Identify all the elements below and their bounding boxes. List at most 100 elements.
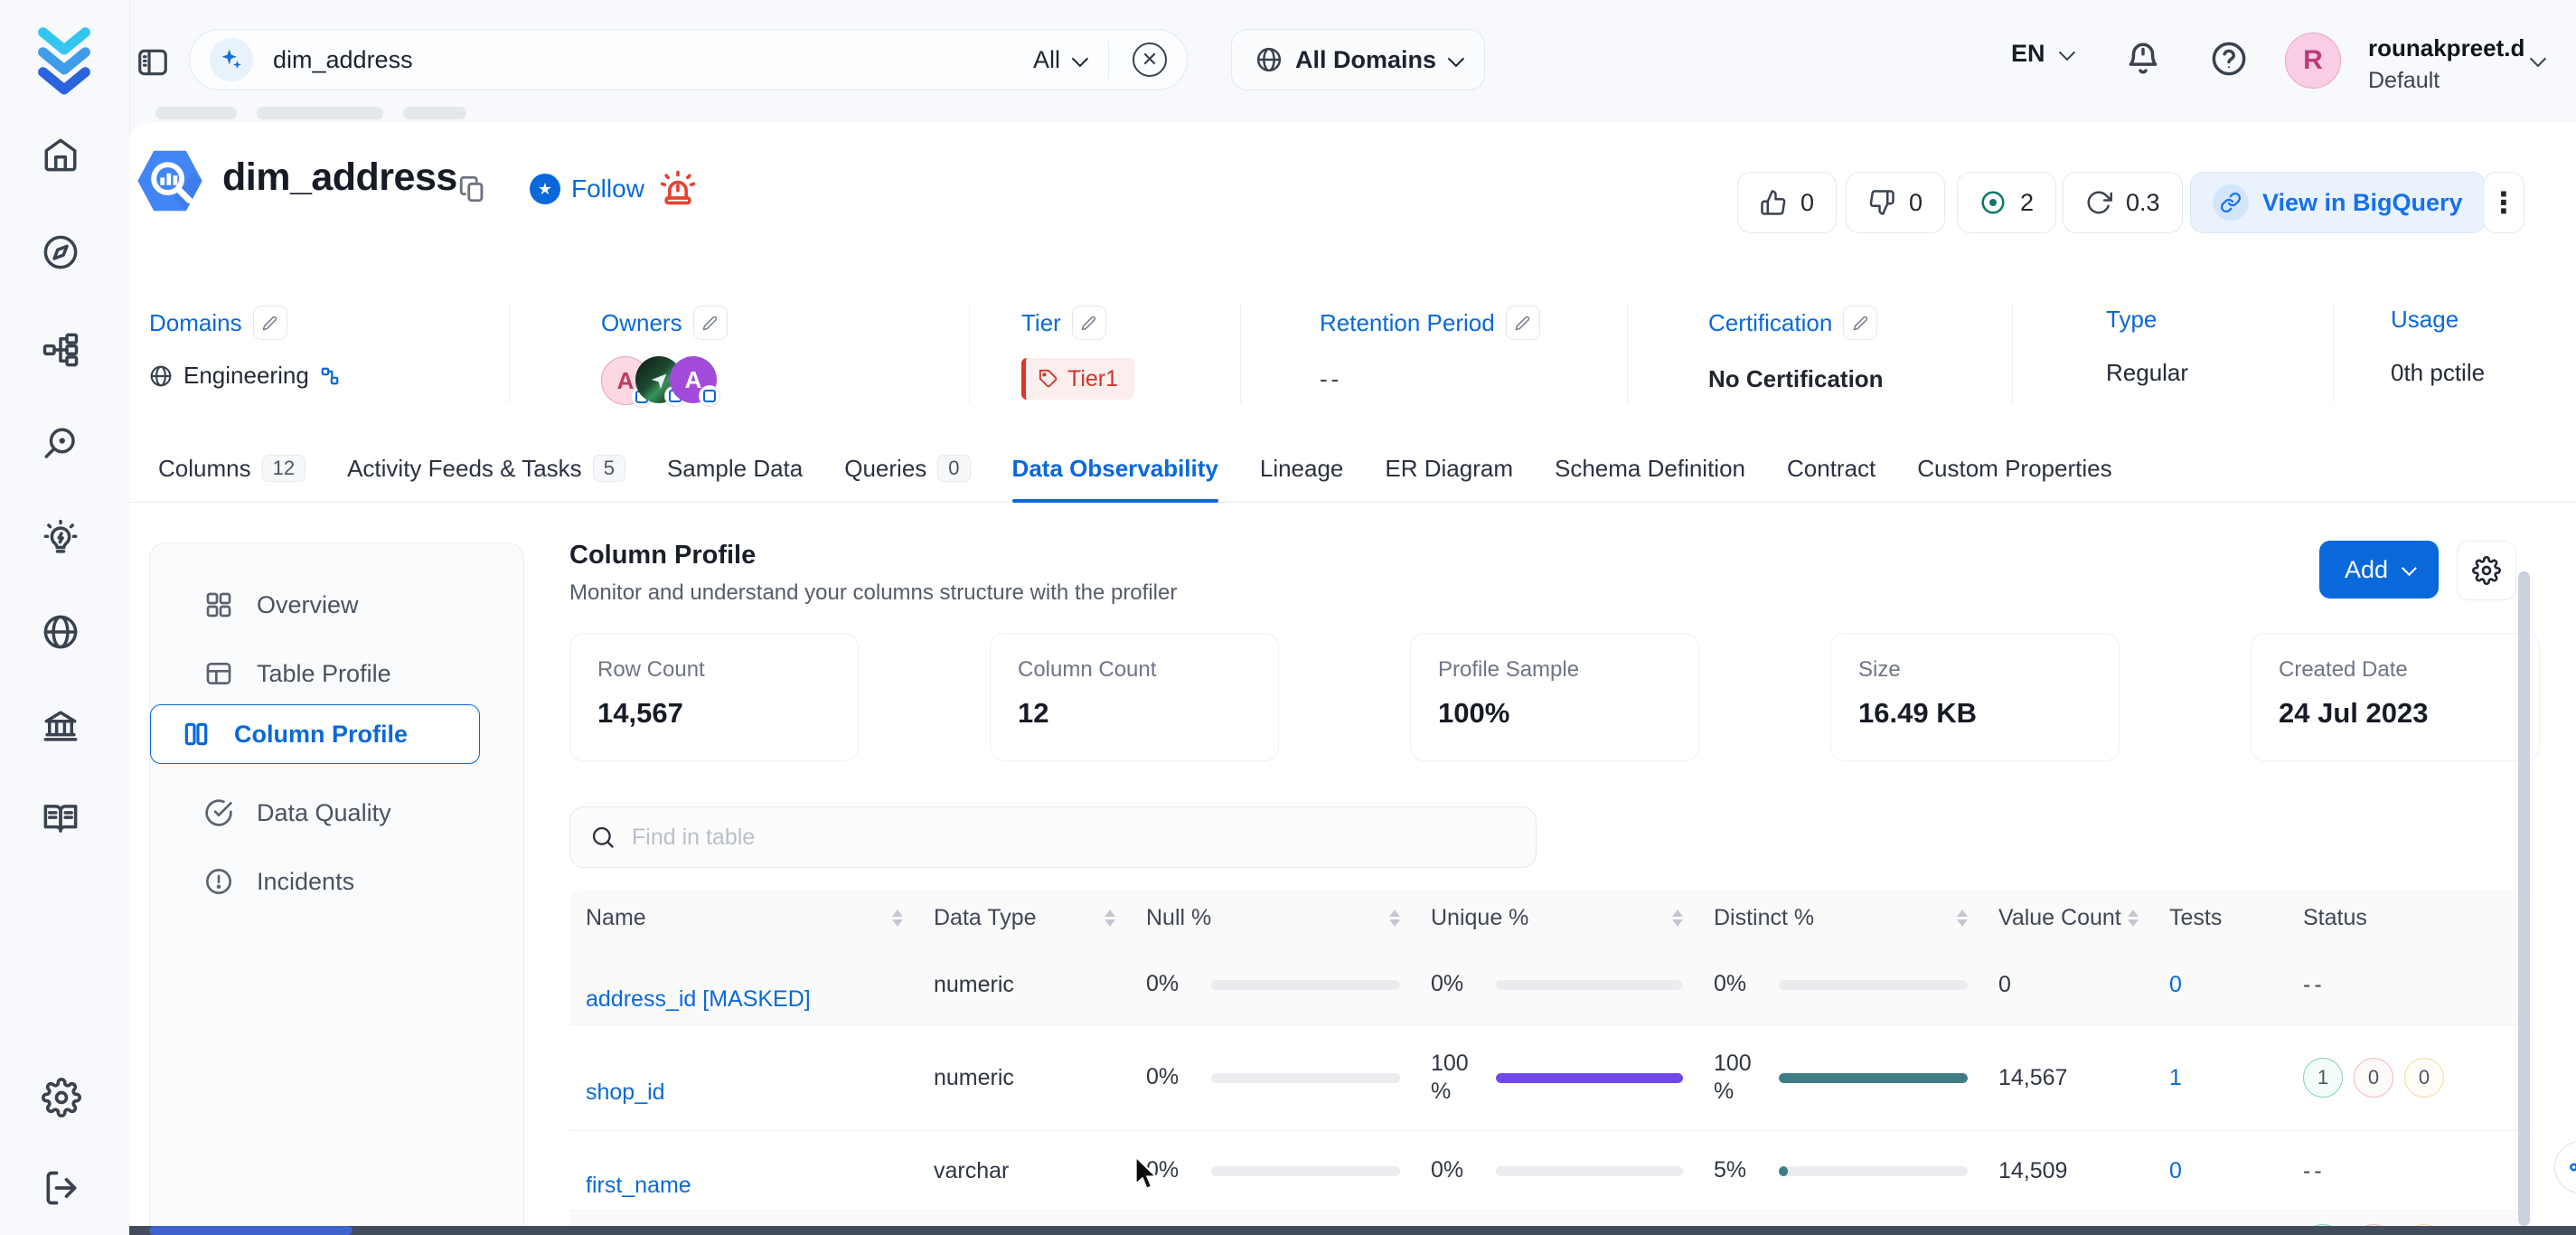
- clear-search-icon[interactable]: ✕: [1133, 42, 1167, 77]
- sort-icon[interactable]: [1957, 910, 1968, 927]
- table-row[interactable]: first_name varchar 0% 0% 5% 14,509 0 --: [569, 1130, 2531, 1211]
- column-header-null[interactable]: Null %: [1130, 905, 1415, 931]
- lineage-flow-icon[interactable]: [42, 331, 80, 373]
- alert-siren-icon[interactable]: [658, 168, 698, 212]
- help-icon[interactable]: [2210, 40, 2248, 82]
- stat-card-created-date: Created Date24 Jul 2023: [2251, 633, 2540, 761]
- app-logo[interactable]: [34, 24, 94, 100]
- domain-value-link[interactable]: Engineering: [183, 362, 309, 390]
- user-menu[interactable]: rounakpreet.d Default: [2368, 34, 2524, 94]
- sort-icon[interactable]: [892, 910, 903, 927]
- subnav-table-profile[interactable]: Table Profile: [204, 659, 391, 688]
- column-profile-icon: [182, 720, 211, 749]
- downvote-button[interactable]: 0: [1846, 172, 1945, 233]
- search-scope-dropdown[interactable]: All: [1033, 46, 1085, 74]
- view-in-bigquery-button[interactable]: View in BigQuery: [2190, 172, 2486, 233]
- edit-retention-button[interactable]: [1506, 306, 1540, 340]
- tab-data-observability[interactable]: Data Observability: [1012, 434, 1218, 503]
- all-domains-label: All Domains: [1295, 46, 1436, 74]
- tab-activity-feeds[interactable]: Activity Feeds & Tasks5: [347, 434, 625, 503]
- add-button[interactable]: Add: [2319, 541, 2439, 599]
- column-header-status: Status: [2287, 905, 2531, 931]
- profiler-settings-button[interactable]: [2457, 541, 2516, 600]
- subnav-incidents[interactable]: Incidents: [204, 867, 354, 896]
- govern-bank-icon[interactable]: [42, 707, 80, 749]
- tab-queries[interactable]: Queries0: [844, 434, 970, 503]
- horizontal-scrollbar-thumb[interactable]: [149, 1226, 353, 1235]
- user-menu-chevron-icon[interactable]: [2530, 51, 2546, 67]
- target-icon: [1979, 189, 2007, 216]
- divider: [1240, 304, 1241, 403]
- find-in-table-input[interactable]: [630, 824, 1516, 852]
- insights-bulb-icon[interactable]: [42, 519, 80, 561]
- tests-link[interactable]: 1: [2169, 1065, 2182, 1090]
- subnav-data-quality[interactable]: Data Quality: [204, 798, 391, 827]
- unique-pct-cell: 0%: [1415, 1156, 1697, 1184]
- page-title: dim_address: [222, 156, 457, 200]
- column-header-data-type[interactable]: Data Type: [917, 905, 1130, 931]
- table-row[interactable]: address_id [MASKED] numeric 0% 0% 0% 0 0…: [569, 945, 2531, 1024]
- edit-certification-button[interactable]: [1843, 306, 1877, 340]
- edit-tier-button[interactable]: [1072, 306, 1106, 340]
- global-search-bar[interactable]: dim_address All ✕: [189, 29, 1188, 90]
- sort-icon[interactable]: [2128, 910, 2139, 927]
- tab-schema-definition[interactable]: Schema Definition: [1555, 434, 1745, 503]
- stat-card-size: Size16.49 KB: [1830, 633, 2120, 761]
- copy-name-icon[interactable]: [457, 174, 488, 209]
- settings-gear-icon[interactable]: [42, 1078, 81, 1122]
- vertical-scrollbar[interactable]: [2518, 571, 2530, 1226]
- sidebar-toggle-icon[interactable]: [136, 45, 170, 84]
- version-history-icon: [2085, 189, 2112, 216]
- home-icon[interactable]: [42, 136, 80, 178]
- thumbs-down-icon: [1868, 189, 1895, 216]
- upvote-button[interactable]: 0: [1737, 172, 1837, 233]
- column-name-link[interactable]: address_id [MASKED]: [586, 986, 811, 1012]
- column-header-unique[interactable]: Unique %: [1415, 905, 1697, 931]
- tests-link[interactable]: 0: [2169, 1158, 2182, 1183]
- sort-icon[interactable]: [1105, 910, 1115, 927]
- subnav-column-profile[interactable]: Column Profile: [150, 704, 480, 764]
- column-name-link[interactable]: shop_id: [586, 1079, 665, 1105]
- glossary-book-icon[interactable]: [42, 799, 80, 842]
- follow-button[interactable]: ★ Follow: [530, 174, 644, 204]
- distinct-pct-cell: 0%: [1697, 970, 1982, 998]
- edit-owners-button[interactable]: [693, 306, 728, 340]
- notifications-bell-icon[interactable]: [2124, 40, 2162, 82]
- table-row[interactable]: shop_id numeric 0% 100 % 100 % 14,567 1 …: [569, 1024, 2531, 1130]
- edit-domains-button[interactable]: [253, 306, 287, 340]
- tier-label: Tier: [1021, 309, 1061, 337]
- chevron-down-icon: [1448, 50, 1464, 66]
- sort-icon[interactable]: [1672, 910, 1683, 927]
- status-aborted-badge: 0: [2354, 1058, 2393, 1098]
- incidents-button[interactable]: 2: [1957, 172, 2056, 233]
- user-avatar[interactable]: R: [2285, 33, 2341, 89]
- more-actions-button[interactable]: ⋮: [2483, 172, 2524, 233]
- all-domains-button[interactable]: All Domains: [1231, 29, 1485, 90]
- logout-icon[interactable]: [42, 1168, 81, 1212]
- explore-compass-icon[interactable]: [42, 233, 80, 276]
- column-header-name[interactable]: Name: [569, 905, 917, 931]
- column-name-link[interactable]: first_name: [586, 1173, 691, 1198]
- observability-icon[interactable]: [42, 425, 80, 467]
- search-input[interactable]: dim_address: [273, 46, 1033, 74]
- tab-columns[interactable]: Columns12: [158, 434, 306, 503]
- domains-globe-icon[interactable]: [42, 613, 80, 655]
- tier-tag[interactable]: Tier1: [1021, 358, 1134, 400]
- unique-pct-cell: 100 %: [1415, 1050, 1697, 1107]
- tab-sample-data[interactable]: Sample Data: [667, 434, 803, 503]
- owner-avatar-3[interactable]: A: [670, 356, 717, 403]
- tab-contract[interactable]: Contract: [1787, 434, 1876, 503]
- column-header-distinct[interactable]: Distinct %: [1697, 905, 1982, 931]
- language-selector[interactable]: EN: [2011, 40, 2072, 68]
- column-header-value-count[interactable]: Value Count: [1982, 905, 2153, 931]
- view-in-bigquery-label: View in BigQuery: [2262, 189, 2463, 217]
- horizontal-scrollbar-track[interactable]: [129, 1226, 2576, 1235]
- tests-link[interactable]: 0: [2169, 972, 2182, 997]
- subnav-overview[interactable]: Overview: [204, 590, 359, 619]
- tab-lineage[interactable]: Lineage: [1260, 434, 1344, 503]
- sort-icon[interactable]: [1389, 910, 1400, 927]
- tab-custom-properties[interactable]: Custom Properties: [1917, 434, 2111, 503]
- data-type-cell: numeric: [917, 972, 1130, 998]
- tab-er-diagram[interactable]: ER Diagram: [1385, 434, 1513, 503]
- version-button[interactable]: 0.3: [2063, 172, 2183, 233]
